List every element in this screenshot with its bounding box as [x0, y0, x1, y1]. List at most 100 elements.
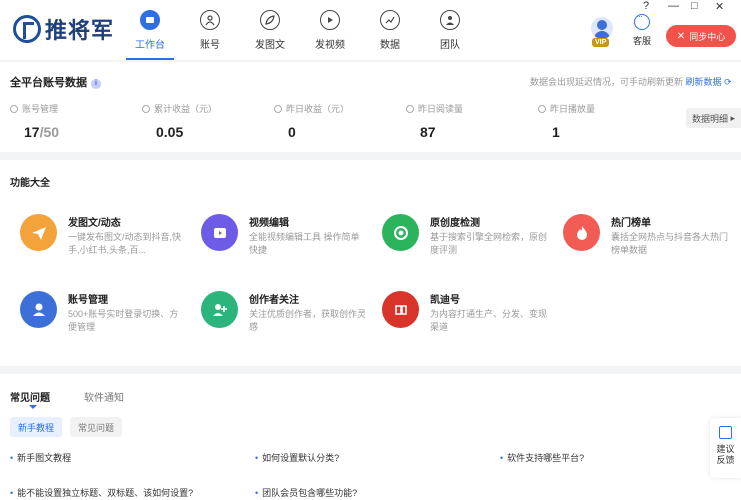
sync-center-button[interactable]: ✕ 同步中心	[666, 25, 736, 47]
feature-originality-check[interactable]: 原创度检测 基于搜索引擎全网检索，原创度评测	[382, 214, 552, 274]
help-icon[interactable]: ?	[643, 0, 649, 12]
vip-badge: VIP	[592, 38, 610, 47]
feature-hot-list[interactable]: 热门榜单 囊括全网热点与抖音各大热门榜单数据	[563, 214, 733, 274]
feature-title: 热门榜单	[611, 218, 651, 229]
chart-icon	[380, 10, 400, 30]
close-window-icon[interactable]: ✕	[715, 0, 724, 13]
user-icon	[200, 10, 220, 30]
refresh-label: 刷新数据	[685, 77, 722, 87]
data-detail-button[interactable]: 数据明细 ▸	[686, 108, 741, 128]
account-icon	[20, 291, 57, 328]
tab-faq[interactable]: 常见问题	[10, 389, 50, 404]
stat-value: 17	[24, 124, 40, 140]
eye-icon	[538, 104, 546, 113]
stat-value: 0	[288, 124, 296, 140]
eye-icon	[406, 104, 414, 113]
paper-plane-icon	[20, 214, 57, 251]
dashboard-icon	[140, 10, 160, 30]
feature-title: 凯迪号	[430, 295, 460, 306]
logo-text: 推将军	[45, 18, 115, 43]
customer-service-button[interactable]: 客服	[628, 11, 656, 47]
stats-title-text: 全平台账号数据	[10, 77, 87, 89]
edit-icon	[719, 426, 732, 439]
team-icon	[440, 10, 460, 30]
detail-label: 数据明细	[691, 113, 728, 124]
nav-item-account[interactable]: 账号	[180, 0, 240, 60]
nav-label: 团队	[440, 40, 460, 51]
play-circle-icon	[274, 104, 282, 113]
nav-label: 发图文	[255, 40, 285, 51]
stats-note-text: 数据会出现延迟情况，可手动刷新更新	[530, 77, 684, 87]
feature-desc: 关注优质创作者，获取创作灵感	[249, 309, 367, 332]
feature-desc: 囊括全网热点与抖音各大热门榜单数据	[611, 232, 729, 255]
stats-note: 数据会出现延迟情况，可手动刷新更新 刷新数据 ⟳	[530, 75, 732, 88]
nav-item-team[interactable]: 团队	[420, 0, 480, 60]
stat-yesterday-plays: 昨日播放量 1	[538, 102, 595, 140]
active-tab-indicator	[29, 405, 37, 409]
chat-icon	[634, 11, 650, 30]
nav-label: 发视频	[315, 40, 345, 51]
feature-desc: 为内容打通生产、分发、变现渠道	[430, 309, 548, 332]
maximize-icon[interactable]: □	[691, 0, 698, 12]
feature-kaidi[interactable]: 凯迪号 为内容打通生产、分发、变现渠道	[382, 291, 552, 351]
refresh-data-link[interactable]: 刷新数据 ⟳	[686, 77, 732, 87]
feature-account-management[interactable]: 账号管理 500+账号实时登录切换、方便管理	[20, 291, 190, 351]
feature-title: 发图文/动态	[68, 218, 121, 229]
minimize-icon[interactable]: —	[668, 0, 679, 12]
faq-question[interactable]: 软件支持哪些平台?	[500, 451, 584, 464]
feature-post-article[interactable]: 发图文/动态 一键发布图文/动态到抖音,快手,小红书,头条,百...	[20, 214, 190, 274]
feature-desc: 一键发布图文/动态到抖音,快手,小红书,头条,百...	[68, 232, 182, 255]
feature-video-edit[interactable]: 视频编辑 全能视频编辑工具 操作简单快捷	[201, 214, 371, 274]
feature-title: 账号管理	[68, 295, 108, 306]
faq-question[interactable]: 团队会员包含哪些功能?	[255, 486, 357, 499]
fire-icon	[563, 214, 600, 251]
stat-suffix: /50	[39, 124, 60, 140]
nav-item-post-video[interactable]: 发视频	[300, 0, 360, 60]
nav-label: 工作台	[135, 40, 165, 51]
faq-question[interactable]: 新手图文教程	[10, 451, 71, 464]
chip-beginner-tutorial[interactable]: 新手教程	[10, 417, 63, 437]
stat-label: 昨日阅读量	[418, 104, 464, 114]
play-icon	[320, 10, 340, 30]
feedback-label: 建议反馈	[716, 444, 735, 465]
avatar[interactable]	[591, 17, 613, 39]
stat-label: 昨日收益（元）	[286, 104, 350, 114]
stat-label: 昨日播放量	[550, 104, 596, 114]
feature-title: 原创度检测	[430, 218, 480, 229]
nav-label: 数据	[380, 40, 400, 51]
chevron-right-icon: ▸	[730, 112, 736, 123]
nav-item-data[interactable]: 数据	[360, 0, 420, 60]
nav-item-post-article[interactable]: 发图文	[240, 0, 300, 60]
leaf-icon	[260, 10, 280, 30]
info-icon[interactable]: i	[91, 79, 101, 89]
stat-value: 0.05	[156, 124, 184, 140]
features-panel: 功能大全 发图文/动态 一键发布图文/动态到抖音,快手,小红书,头条,百... …	[0, 160, 741, 366]
main-nav: 工作台 账号 发图文 发视频 数据 团队	[120, 0, 480, 60]
stat-label: 账号管理	[22, 104, 59, 114]
user-icon	[10, 104, 18, 113]
feature-title: 视频编辑	[249, 218, 289, 229]
top-bar: 推将军 工作台 账号 发图文 发视频 数据 团队 VIP ··· 客服 ✕ 同步…	[0, 0, 741, 60]
stats-title: 全平台账号数据 i	[10, 74, 101, 90]
faq-question[interactable]: 能不能设置独立标题、双标题、该如何设置?	[10, 486, 193, 499]
features-title: 功能大全	[10, 178, 50, 189]
stat-account: 账号管理 17/50	[10, 102, 59, 140]
feature-title: 创作者关注	[249, 295, 299, 306]
stats-panel: 全平台账号数据 i 数据会出现延迟情况，可手动刷新更新 刷新数据 ⟳ 账号管理 1…	[0, 62, 741, 152]
sync-label: 同步中心	[689, 31, 726, 42]
stat-yesterday-reads: 昨日阅读量 87	[406, 102, 463, 140]
faq-question[interactable]: 如何设置默认分类?	[255, 451, 339, 464]
wallet-icon	[142, 104, 150, 113]
chip-common-questions[interactable]: 常见问题	[70, 417, 123, 437]
tab-software-notice[interactable]: 软件通知	[84, 389, 124, 404]
stat-value: 87	[420, 124, 436, 140]
feedback-button[interactable]: 建议反馈	[710, 418, 741, 478]
stat-label: 累计收益（元）	[154, 104, 218, 114]
app-logo[interactable]: 推将军	[13, 13, 114, 45]
feature-creator-follow[interactable]: 创作者关注 关注优质创作者，获取创作灵感	[201, 291, 371, 351]
feature-desc: 基于搜索引擎全网检索，原创度评测	[430, 232, 548, 255]
nav-item-dashboard[interactable]: 工作台	[120, 0, 180, 60]
follow-icon	[201, 291, 238, 328]
feature-desc: 500+账号实时登录切换、方便管理	[68, 309, 179, 332]
video-edit-icon	[201, 214, 238, 251]
